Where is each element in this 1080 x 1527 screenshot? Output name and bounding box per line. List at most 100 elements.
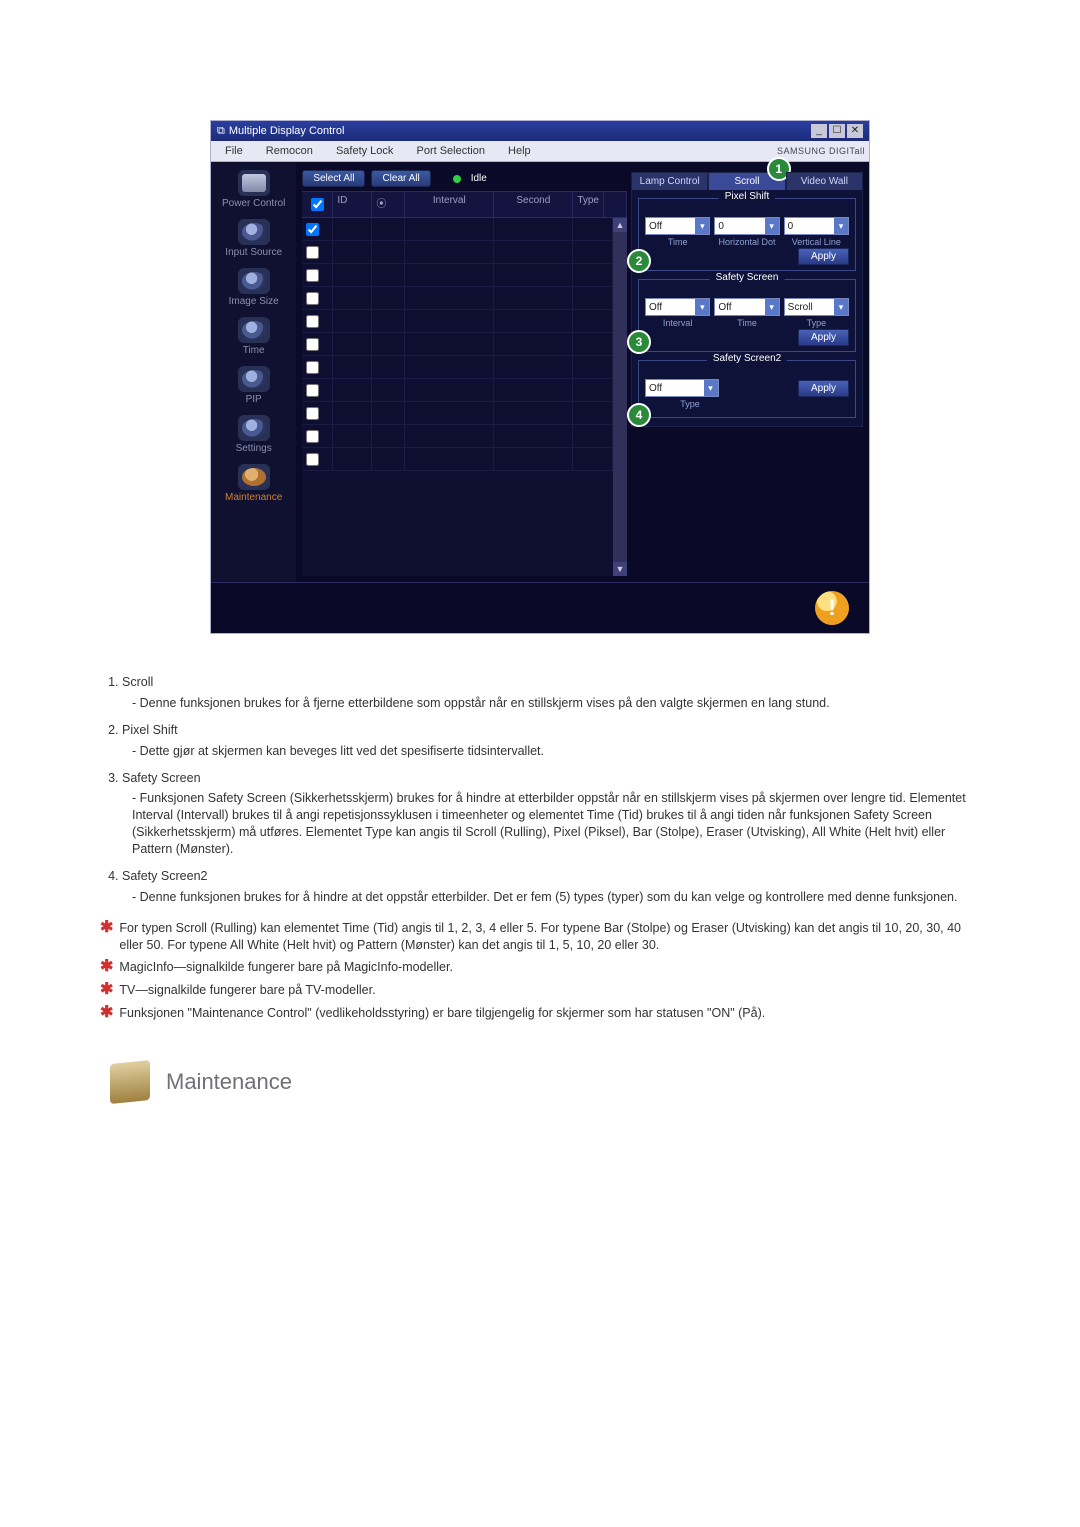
app-icon: ⧉	[217, 125, 225, 138]
close-button[interactable]: ✕	[847, 124, 863, 138]
row-checkbox[interactable]	[306, 292, 319, 305]
col-status-icon: ⦿	[372, 192, 405, 217]
grid-header: ID ⦿ Interval Second Type	[302, 191, 627, 218]
table-row[interactable]	[302, 218, 613, 241]
sidebar-item-label: PIP	[246, 394, 262, 405]
col-type[interactable]: Type	[573, 192, 604, 217]
row-checkbox[interactable]	[306, 430, 319, 443]
pixel-shift-fieldset: Pixel Shift Off▾ 0▾ 0▾ Time Horizontal D…	[638, 198, 856, 271]
clear-all-button[interactable]: Clear All	[371, 170, 430, 187]
sidebar-item-time[interactable]: Time	[211, 315, 296, 362]
pixel-shift-time-select[interactable]: Off▾	[645, 217, 710, 235]
row-checkbox[interactable]	[306, 338, 319, 351]
table-row[interactable]	[302, 333, 613, 356]
table-row[interactable]	[302, 425, 613, 448]
minimize-button[interactable]: _	[811, 124, 827, 138]
doc-note-text: Funksjonen "Maintenance Control" (vedlik…	[119, 1005, 765, 1022]
row-checkbox[interactable]	[306, 453, 319, 466]
select-all-button[interactable]: Select All	[302, 170, 365, 187]
callout-3: 3	[627, 330, 651, 354]
row-checkbox[interactable]	[306, 223, 319, 236]
callout-4: 4	[627, 403, 651, 427]
doc-note-text: MagicInfo—signalkilde fungerer bare på M…	[119, 959, 453, 976]
safety-screen-apply-button[interactable]: Apply	[798, 329, 849, 346]
tab-video-wall[interactable]: Video Wall	[786, 172, 863, 190]
settings-icon	[238, 415, 270, 441]
sidebar-item-settings[interactable]: Settings	[211, 413, 296, 460]
tab-scroll[interactable]: Scroll 1	[708, 172, 785, 190]
star-icon: ✱	[100, 982, 113, 998]
maintenance-icon	[238, 464, 270, 490]
doc-item-scroll: Scroll - Denne funksjonen brukes for å f…	[122, 674, 980, 712]
tab-scroll-label: Scroll	[734, 176, 759, 187]
doc-note-text: For typen Scroll (Rulling) kan elementet…	[119, 920, 980, 954]
menu-file[interactable]: File	[215, 145, 253, 157]
row-checkbox[interactable]	[306, 407, 319, 420]
safety-screen2-fieldset: Safety Screen2 Off▾ Apply Type 4	[638, 360, 856, 418]
doc-note-text: TV—signalkilde fungerer bare på TV-model…	[119, 982, 375, 999]
doc-note: ✱Funksjonen "Maintenance Control" (vedli…	[100, 1005, 980, 1022]
scroll-up-icon[interactable]: ▲	[613, 218, 627, 232]
doc-item-desc: - Denne funksjonen brukes for å hindre a…	[132, 889, 980, 906]
menu-port-selection[interactable]: Port Selection	[406, 145, 494, 157]
col-interval[interactable]: Interval	[405, 192, 494, 217]
sidebar-item-power-control[interactable]: Power Control	[211, 168, 296, 215]
sidebar-item-label: Image Size	[229, 296, 279, 307]
row-checkbox[interactable]	[306, 361, 319, 374]
doc-item-title: Safety Screen	[122, 771, 201, 785]
safety-screen-time-select[interactable]: Off▾	[714, 298, 779, 316]
table-row[interactable]	[302, 241, 613, 264]
sidebar-item-pip[interactable]: PIP	[211, 364, 296, 411]
sidebar-item-maintenance[interactable]: Maintenance	[211, 462, 296, 509]
section-header: Maintenance	[110, 1062, 980, 1102]
doc-item-desc: - Funksjonen Safety Screen (Sikkerhetssk…	[132, 790, 980, 858]
pixel-shift-vline-select[interactable]: 0▾	[784, 217, 849, 235]
pixel-shift-hdot-select[interactable]: 0▾	[714, 217, 779, 235]
safety-screen-type-label: Type	[784, 316, 849, 328]
pixel-shift-apply-button[interactable]: Apply	[798, 248, 849, 265]
row-checkbox[interactable]	[306, 269, 319, 282]
scroll-down-icon[interactable]: ▼	[613, 562, 627, 576]
sidebar: Power Control Input Source Image Size Ti…	[211, 162, 296, 582]
safety-screen-type-select[interactable]: Scroll▾	[784, 298, 849, 316]
menu-remocon[interactable]: Remocon	[256, 145, 323, 157]
table-row[interactable]	[302, 287, 613, 310]
section-title: Maintenance	[166, 1067, 292, 1097]
doc-item-pixel-shift: Pixel Shift - Dette gjør at skjermen kan…	[122, 722, 980, 760]
chevron-down-icon: ▾	[765, 218, 779, 234]
table-row[interactable]	[302, 379, 613, 402]
menu-help[interactable]: Help	[498, 145, 541, 157]
doc-item-title: Scroll	[122, 675, 153, 689]
row-checkbox[interactable]	[306, 384, 319, 397]
table-row[interactable]	[302, 264, 613, 287]
col-id[interactable]: ID	[333, 192, 372, 217]
doc-item-safety-screen2: Safety Screen2 - Denne funksjonen brukes…	[122, 868, 980, 906]
maximize-button[interactable]: ☐	[829, 124, 845, 138]
col-second[interactable]: Second	[494, 192, 573, 217]
time-icon	[238, 317, 270, 343]
doc-body: Scroll - Denne funksjonen brukes for å f…	[100, 674, 980, 1102]
bottom-strip: !	[211, 582, 869, 633]
safety-screen2-type-label: Type	[645, 397, 735, 409]
table-row[interactable]	[302, 448, 613, 471]
tab-lamp-control[interactable]: Lamp Control	[631, 172, 708, 190]
menu-safety-lock[interactable]: Safety Lock	[326, 145, 403, 157]
table-row[interactable]	[302, 310, 613, 333]
sidebar-item-input-source[interactable]: Input Source	[211, 217, 296, 264]
header-checkbox[interactable]	[311, 198, 324, 211]
sidebar-item-image-size[interactable]: Image Size	[211, 266, 296, 313]
table-row[interactable]	[302, 402, 613, 425]
row-checkbox[interactable]	[306, 315, 319, 328]
chevron-down-icon: ▾	[695, 299, 709, 315]
table-row[interactable]	[302, 356, 613, 379]
chevron-down-icon: ▾	[834, 299, 848, 315]
doc-note: ✱ TV—signalkilde fungerer bare på TV-mode…	[100, 982, 980, 999]
safety-screen2-apply-button[interactable]: Apply	[798, 380, 849, 397]
row-checkbox[interactable]	[306, 246, 319, 259]
safety-screen2-title: Safety Screen2	[707, 353, 787, 364]
exclamation-icon: !	[815, 591, 849, 625]
safety-screen-interval-select[interactable]: Off▾	[645, 298, 710, 316]
vertical-scrollbar[interactable]: ▲ ▼	[613, 218, 627, 576]
safety-screen2-type-select[interactable]: Off▾	[645, 379, 719, 397]
chevron-down-icon: ▾	[765, 299, 779, 315]
